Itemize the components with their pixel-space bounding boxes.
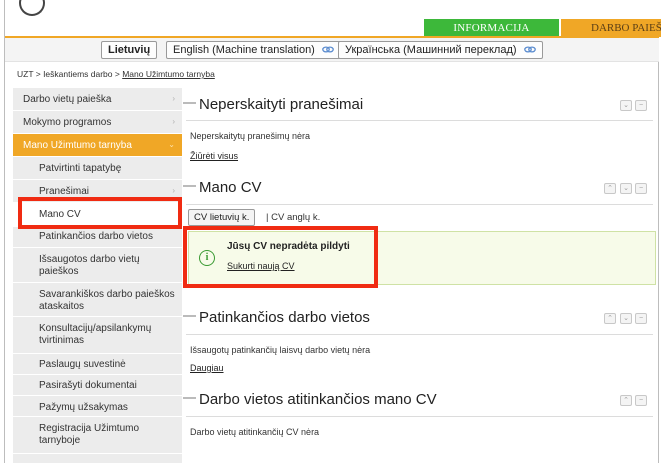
breadcrumb-separator: > [33, 69, 44, 79]
cv-notice-title: Jūsų CV nepradėta pildyti [227, 241, 350, 252]
panel-title-text: Patinkančios darbo vietos [199, 309, 370, 326]
panel-patinkancios-body: Išsaugotų patinkančių laisvų darbo vietų… [186, 334, 653, 378]
cv-en-tab[interactable]: | CV anglų k. [266, 212, 320, 223]
sidebar-item-paslaugu-suvestine[interactable]: Paslaugų suvestinė [13, 354, 182, 375]
panel-pranesimai-body: Neperskaitytų pranešimų nėra Žiūrėti vis… [186, 120, 653, 164]
panel-empty-text: Išsaugotų patinkančių laisvų darbo vietų… [190, 345, 371, 355]
info-icon: i [199, 250, 215, 266]
sidebar-item-pazymu-uzsakymas[interactable]: Pažymų užsakymas [13, 396, 182, 417]
panel-expand-button[interactable]: ⌃ [604, 183, 616, 194]
sidebar-item-label: Darbo vietų paieška [23, 94, 112, 105]
logo[interactable] [19, 0, 45, 16]
cv-lt-tab[interactable]: CV lietuvių k. [188, 209, 256, 226]
sidebar-item-mokymo-programos[interactable]: Mokymo programos › [13, 111, 182, 134]
language-bar: Lietuvių English (Machine translation) У… [5, 38, 659, 62]
sidebar-item-label: Pažymų užsakymas [39, 402, 128, 413]
sidebar-item-label: Išsaugotos darbo vietų paieškos [39, 254, 140, 277]
sidebar-item-label: Mano Užimtumo tarnyba [23, 140, 132, 151]
sidebar-item-mano-cv[interactable]: Mano CV [13, 203, 182, 227]
panel-close-button[interactable]: − [635, 183, 647, 194]
sidebar-item-savarankiskos-ataskaitos[interactable]: Savarankiškos darbo paieškos ataskaitos [13, 283, 182, 317]
sidebar-item-konsultaciju-tvirtinimas[interactable]: Konsultacijų/apsilankymų tvirtinimas [13, 317, 182, 354]
panel-expand-button[interactable]: ⌃ [604, 313, 616, 324]
cv-notice-box: i Jūsų CV nepradėta pildyti Sukurti nauj… [188, 231, 656, 285]
panel-title-text: Neperskaityti pranešimai [199, 96, 364, 113]
ziureti-visus-link[interactable]: Žiūrėti visus [190, 151, 238, 161]
panel-cv-divider [186, 204, 653, 205]
sidebar-item-label: Mokymo programos [23, 117, 112, 128]
chevron-right-icon: › [172, 117, 175, 126]
panel-title-mano-cv: Mano CV [183, 179, 262, 196]
sidebar-item-mano-uzimtumo-tarnyba[interactable]: Mano Užimtumo tarnyba ⌄ [13, 134, 182, 157]
sidebar-item-label: Konsultacijų/apsilankymų tvirtinimas [39, 323, 152, 346]
panel-title-pranesimai: Neperskaityti pranešimai [183, 96, 363, 113]
sidebar-item-label: Pranešimai [39, 186, 90, 197]
sidebar-item-label: Patvirtinti tapatybę [39, 163, 122, 174]
lang-lithuanian-button[interactable]: Lietuvių [101, 41, 158, 59]
panel-collapse-button[interactable]: ⌄ [620, 313, 632, 324]
panel-title-text: Darbo vietos atitinkančios mano CV [199, 391, 437, 408]
panel-close-button[interactable]: − [635, 100, 647, 111]
lang-label: English (Machine translation) [173, 44, 315, 56]
sidebar-item-label: Savarankiškos darbo paieškos ataskaitos [39, 289, 175, 312]
sidebar-item-patinkancios-darbo-vietos[interactable]: Patinkančios darbo vietos [13, 227, 182, 248]
sidebar-item-label: Patinkančios darbo vietos [39, 231, 153, 242]
chevron-right-icon: › [172, 94, 175, 103]
chevron-down-icon: ⌄ [168, 140, 175, 149]
sidebar-item-label: Mano CV [39, 209, 81, 220]
panel-atitinkancios-body: Darbo vietų atitinkančių CV nėra [186, 416, 653, 446]
sidebar-item-label: Registracija Užimtumo tarnyboje [39, 423, 140, 446]
panel-close-button[interactable]: − [635, 313, 647, 324]
tab-informacija[interactable]: INFORMACIJA [424, 19, 559, 37]
panel-title-text: Mano CV [199, 179, 262, 196]
panel-title-patinkancios: Patinkančios darbo vietos [183, 309, 370, 326]
panel-expand-button[interactable]: ⌃ [620, 395, 632, 406]
breadcrumb-mano-uzimtumo[interactable]: Mano Užimtumo tarnyba [122, 69, 215, 79]
sukurti-cv-link[interactable]: Sukurti naują CV [227, 261, 295, 271]
chevron-right-icon: › [172, 186, 175, 195]
breadcrumb-uzt[interactable]: UZT [17, 69, 33, 79]
sidebar-item-issaugotos-paieskos[interactable]: Išsaugotos darbo vietų paieškos [13, 248, 182, 283]
sidebar-item-pranesimai[interactable]: Pranešimai › [13, 180, 182, 203]
sidebar-item-registracija[interactable]: Registracija Užimtumo tarnyboje [13, 417, 182, 454]
panel-collapse-button[interactable]: ⌄ [620, 100, 632, 111]
tab-darbo-paieska[interactable]: DARBO PAIEŠ [561, 19, 661, 37]
lang-ukrainian-button[interactable]: Українська (Машинний переклад) [338, 41, 543, 59]
breadcrumb-separator: > [112, 69, 123, 79]
daugiau-link[interactable]: Daugiau [190, 363, 224, 373]
external-link-icon [523, 46, 536, 53]
sidebar-item-label: Paslaugų suvestinė [39, 359, 126, 370]
panel-close-button[interactable]: − [635, 395, 647, 406]
external-link-icon [322, 46, 334, 53]
lang-label: Українська (Машинний переклад) [345, 44, 517, 56]
lang-label: Lietuvių [108, 44, 151, 56]
panel-empty-text: Darbo vietų atitinkančių CV nėra [190, 427, 320, 437]
panel-title-atitinkancios: Darbo vietos atitinkančios mano CV [183, 391, 437, 408]
sidebar-item-pasirasyti-dokumentai[interactable]: Pasirašyti dokumentai [13, 375, 182, 396]
sidebar-item-darbo-vietu-paieska[interactable]: Darbo vietų paieška › [13, 88, 182, 111]
sidebar-item-label: Pasirašyti dokumentai [39, 380, 137, 391]
breadcrumb: UZT > Ieškantiems darbo > Mano Užimtumo … [17, 69, 215, 79]
panel-collapse-button[interactable]: ⌄ [620, 183, 632, 194]
panel-empty-text: Neperskaitytų pranešimų nėra [190, 131, 311, 141]
sidebar-item-patvirtinti-tapatybe[interactable]: Patvirtinti tapatybę [13, 157, 182, 180]
sidebar: Darbo vietų paieška › Mokymo programos ›… [13, 88, 182, 463]
breadcrumb-ieskantiems[interactable]: Ieškantiems darbo [43, 69, 112, 79]
lang-english-button[interactable]: English (Machine translation) [166, 41, 341, 59]
